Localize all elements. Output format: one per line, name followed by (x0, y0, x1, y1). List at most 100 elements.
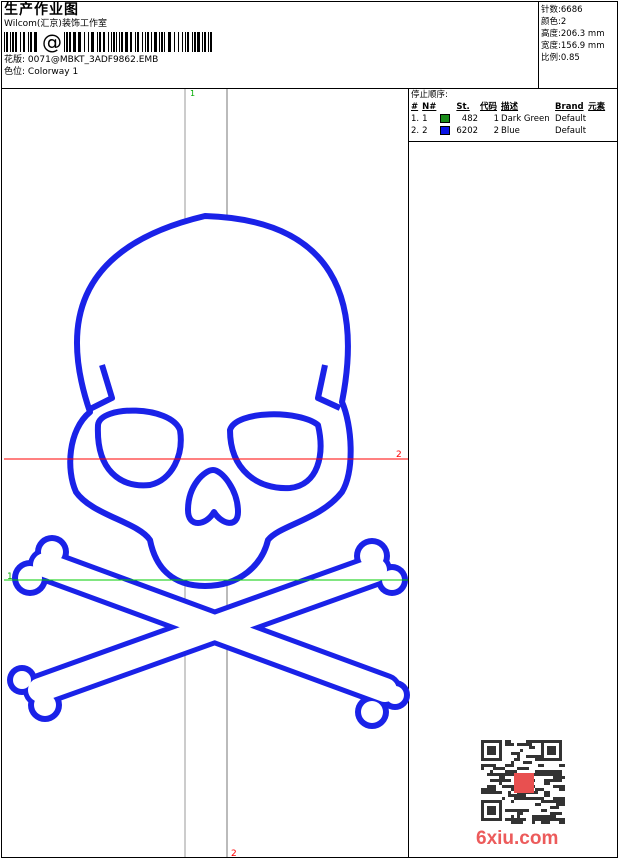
qr-module (556, 779, 559, 782)
qr-module (529, 746, 532, 749)
qr-module (496, 779, 499, 782)
qr-module (502, 779, 505, 782)
qr-module (508, 785, 511, 788)
qr-module (538, 773, 541, 776)
qr-module (514, 758, 517, 761)
qr-module (511, 809, 514, 812)
qr-module (502, 785, 505, 788)
guide-label-red: 2 (396, 450, 402, 460)
qr-module (562, 800, 565, 803)
qr-module (547, 770, 550, 773)
qr-module (562, 803, 565, 806)
qr-module (481, 767, 484, 770)
qr-module (514, 773, 534, 793)
qr-module (511, 800, 514, 803)
qr-module (556, 797, 559, 800)
qr-module (535, 740, 538, 743)
qr-module (562, 764, 565, 767)
qr-module (490, 770, 493, 773)
qr-module (526, 761, 529, 764)
qr-module (505, 773, 508, 776)
qr-module (544, 821, 547, 824)
skull (67, 213, 354, 589)
qr-module (493, 788, 496, 791)
qr-module (556, 812, 559, 815)
qr-module (523, 818, 526, 821)
qr-module (532, 821, 535, 824)
qr-module (538, 797, 541, 800)
qr-module (532, 818, 535, 821)
guide-label-bottom: 2 (231, 849, 237, 859)
qr-module (562, 776, 565, 779)
qr-module (553, 818, 556, 821)
qr-module (514, 797, 517, 800)
qr-module (487, 785, 490, 788)
qr-module (493, 767, 496, 770)
qr-module (535, 773, 538, 776)
qr-module (517, 815, 520, 818)
qr-module (550, 800, 553, 803)
qr-module (550, 770, 553, 773)
qr-module (499, 776, 502, 779)
qr-module (535, 791, 538, 794)
qr-module (553, 785, 556, 788)
qr-module (517, 755, 520, 758)
qr-module (517, 794, 520, 797)
qr-module (547, 773, 550, 776)
qr-module (559, 764, 562, 767)
qr-module (508, 764, 511, 767)
qr-module (559, 818, 562, 821)
qr-module (550, 818, 553, 821)
qr-module (547, 746, 556, 755)
qr-module (523, 767, 526, 770)
qr-module (535, 797, 538, 800)
qr-module (511, 818, 514, 821)
qr-module (502, 776, 505, 779)
qr-module (550, 815, 553, 818)
qr-module (505, 743, 508, 746)
qr-module (508, 818, 511, 821)
qr-module (562, 797, 565, 800)
qr-module (544, 809, 547, 812)
qr-module (559, 800, 562, 803)
qr-module (541, 773, 544, 776)
qr-module (511, 773, 514, 776)
qr-module (526, 797, 529, 800)
qr-module (553, 812, 556, 815)
qr-module (532, 746, 535, 749)
qr-module (547, 782, 550, 785)
qr-module (514, 794, 517, 797)
qr-module (526, 755, 529, 758)
qr-module (553, 800, 556, 803)
qr-module (517, 767, 520, 770)
qr-module (511, 794, 514, 797)
qr-module (535, 770, 538, 773)
qr-module (493, 773, 496, 776)
qr-module (556, 800, 559, 803)
qr-module (502, 797, 505, 800)
qr-module (559, 770, 562, 773)
qr-module (547, 791, 550, 794)
qr-module (520, 821, 523, 824)
qr-module (538, 815, 541, 818)
qr-module (493, 764, 496, 767)
qr-module (529, 797, 532, 800)
qr-module (481, 791, 484, 794)
qr-module (538, 770, 541, 773)
qr-module (517, 809, 520, 812)
skull-crossbones-embroidery (7, 213, 410, 729)
qr-module (547, 821, 550, 824)
qr-module (529, 740, 532, 743)
qr-module (556, 803, 559, 806)
qr-module (517, 818, 520, 821)
qr-module (499, 773, 502, 776)
guide-label-top: 1 (190, 89, 195, 98)
qr-module (529, 743, 532, 746)
qr-module (505, 785, 508, 788)
qr-module (529, 755, 532, 758)
qr-module (541, 788, 544, 791)
qr-module (559, 785, 562, 788)
qr-module (538, 764, 541, 767)
qr-module (544, 815, 547, 818)
qr-module (535, 788, 538, 791)
